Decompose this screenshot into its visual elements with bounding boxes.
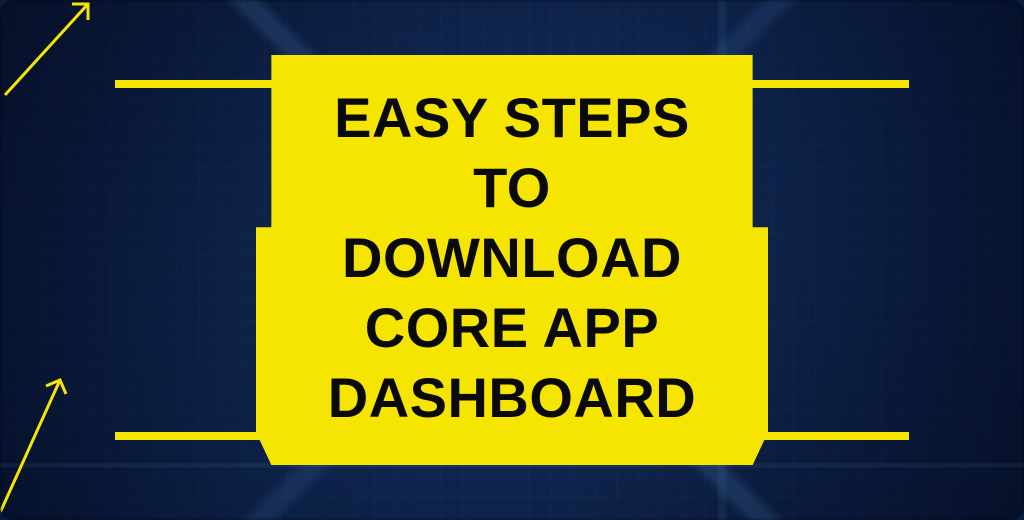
title-background: EASY STEPS TO DOWNLOAD CORE APP DASHBOAR… — [256, 55, 768, 465]
arrow-up-icon — [0, 360, 130, 520]
divider-bottom — [115, 432, 909, 440]
arrow-up-icon — [0, 0, 110, 100]
title-block: EASY STEPS TO DOWNLOAD CORE APP DASHBOAR… — [256, 55, 768, 465]
banner-frame: EASY STEPS TO DOWNLOAD CORE APP DASHBOAR… — [0, 0, 1024, 520]
banner-title: EASY STEPS TO DOWNLOAD CORE APP DASHBOAR… — [304, 83, 720, 433]
